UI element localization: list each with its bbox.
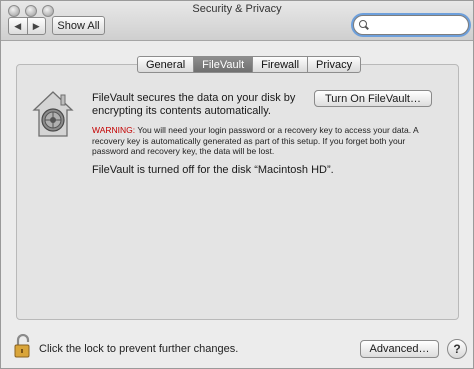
search-icon: [359, 20, 369, 30]
help-button[interactable]: ?: [447, 339, 467, 359]
filevault-house-icon: [32, 91, 74, 137]
unlocked-padlock-icon[interactable]: [13, 334, 33, 358]
tab-general[interactable]: General: [138, 57, 193, 72]
tab-firewall[interactable]: Firewall: [252, 57, 307, 72]
filevault-status: FileVault is turned off for the disk “Ma…: [92, 164, 334, 176]
warning-text: WARNING: You will need your login passwo…: [92, 125, 442, 157]
toolbar: Security & Privacy ◀ ▶ Show All: [1, 1, 473, 41]
advanced-button[interactable]: Advanced…: [360, 340, 439, 358]
warning-body: You will need your login password or a r…: [92, 125, 419, 156]
tab-bar: General FileVault Firewall Privacy: [137, 56, 362, 73]
search-input[interactable]: [373, 19, 463, 31]
filevault-description: FileVault secures the data on your disk …: [92, 92, 296, 117]
back-button[interactable]: ◀: [9, 18, 27, 34]
navigation-buttons: ◀ ▶: [8, 17, 46, 35]
warning-label: WARNING:: [92, 125, 136, 135]
lock-instruction: Click the lock to prevent further change…: [39, 343, 239, 355]
search-field[interactable]: [353, 15, 469, 35]
tab-privacy[interactable]: Privacy: [307, 57, 360, 72]
window-title: Security & Privacy: [192, 3, 282, 15]
forward-button[interactable]: ▶: [26, 18, 46, 34]
show-all-button[interactable]: Show All: [52, 16, 105, 35]
tab-filevault[interactable]: FileVault: [193, 57, 253, 72]
turn-on-filevault-button[interactable]: Turn On FileVault…: [314, 90, 432, 107]
security-privacy-window: Security & Privacy ◀ ▶ Show All General …: [0, 0, 474, 369]
